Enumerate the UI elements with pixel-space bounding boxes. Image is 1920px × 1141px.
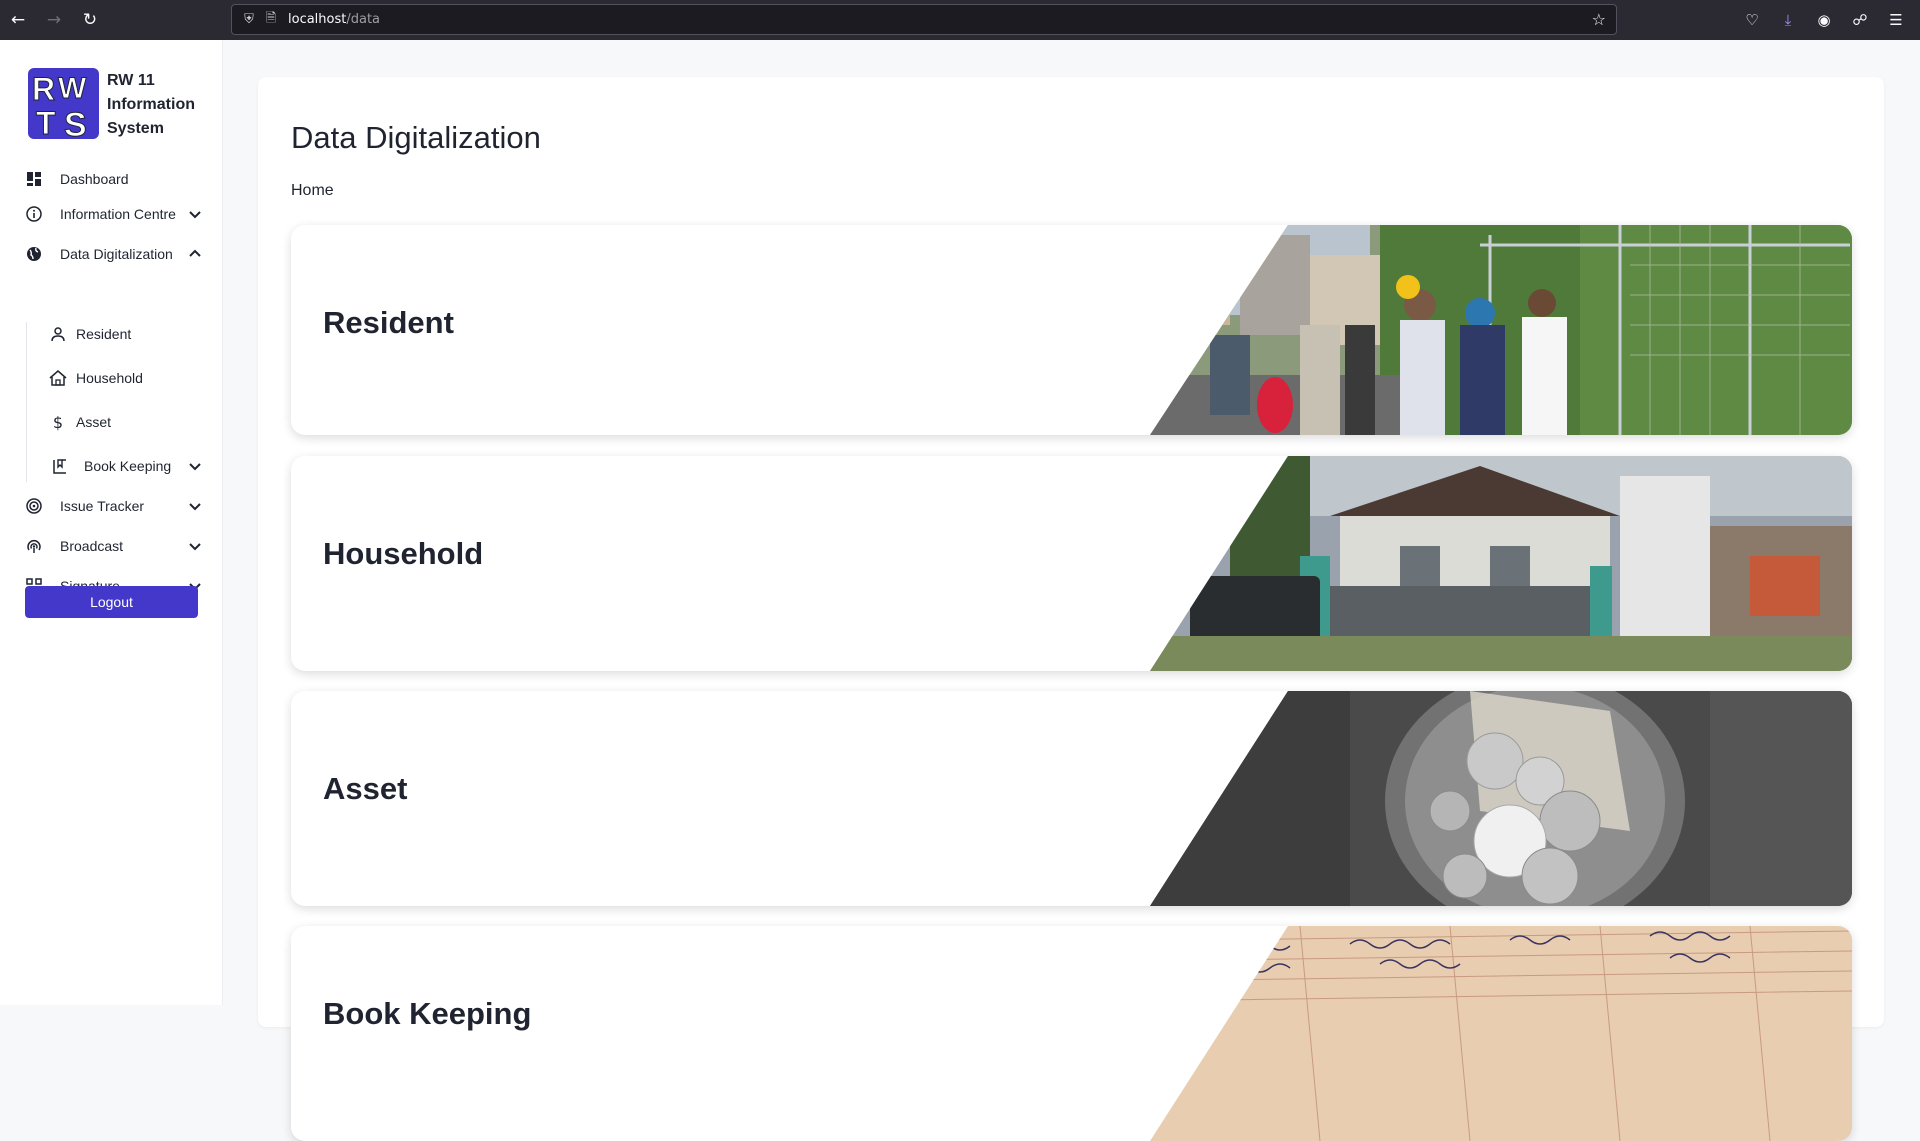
chevron-down-icon[interactable] [188, 499, 202, 513]
sidebar-item-label: Household [76, 370, 143, 386]
card-title: Resident [323, 305, 454, 340]
account-icon[interactable]: ◉ [1806, 11, 1842, 29]
target-icon [24, 496, 44, 516]
sidebar-item-issue-tracker[interactable]: Issue Tracker [0, 490, 223, 522]
category-card-book-keeping[interactable]: Book Keeping [291, 926, 1852, 1141]
sidebar-item-label: Issue Tracker [60, 498, 145, 514]
logout-button[interactable]: Logout [25, 586, 198, 618]
sidebar-item-label: Data Digitalization [60, 246, 173, 262]
svg-text:W: W [58, 72, 87, 105]
sidebar-item-dashboard[interactable]: Dashboard [0, 163, 223, 195]
chevron-down-icon[interactable] [188, 539, 202, 553]
book-icon [50, 456, 70, 476]
download-icon[interactable]: ⤓ [1770, 11, 1806, 29]
bookmark-star-icon[interactable]: ☆ [1592, 10, 1606, 29]
dashboard-icon [24, 169, 44, 189]
back-icon[interactable]: ← [0, 0, 36, 40]
sidebar-item-label: Information Centre [60, 206, 176, 222]
home-icon [48, 368, 68, 388]
sidebar-item-label: Resident [76, 326, 132, 342]
extensions-icon[interactable]: ☍ [1842, 11, 1878, 29]
category-card-resident[interactable]: Resident [291, 225, 1852, 435]
forward-icon[interactable]: → [36, 0, 72, 40]
sidebar-item-book-keeping[interactable]: Book Keeping [0, 450, 223, 482]
page-title: Data Digitalization [291, 120, 541, 155]
card-title: Book Keeping [323, 996, 532, 1031]
chevron-down-icon[interactable] [188, 207, 202, 221]
ledger-photo [1150, 926, 1852, 1141]
rwts-logo: R W T S [28, 68, 99, 145]
sidebar-item-resident[interactable]: Resident [0, 318, 223, 350]
card-title: Household [323, 536, 484, 571]
breadcrumb[interactable]: Home [291, 182, 334, 200]
browser-toolbar: ← → ↻ ⛨ 🗎 localhost/data ☆ ♡ ⤓ ◉ ☍ ☰ [0, 0, 1920, 40]
sidebar-item-data-digitalization[interactable]: Data Digitalization [0, 238, 223, 270]
svg-text:T: T [36, 105, 56, 139]
sidebar-item-label: Book Keeping [84, 458, 172, 474]
street-crowd-photo [1150, 225, 1852, 435]
category-card-asset[interactable]: Asset [291, 691, 1852, 906]
menu-icon[interactable]: ☰ [1878, 11, 1914, 29]
sidebar-item-label: Asset [76, 414, 112, 430]
sidebar-item-label: Dashboard [60, 171, 129, 187]
coins-jar-photo [1150, 691, 1852, 906]
globe-icon [24, 244, 44, 264]
chevron-up-icon[interactable] [188, 247, 202, 261]
pocket-icon[interactable]: ♡ [1734, 11, 1770, 29]
sidebar-item-label: Broadcast [60, 538, 124, 554]
sidebar-item-information-centre[interactable]: Information Centre [0, 198, 223, 230]
address-bar[interactable]: ⛨ 🗎 localhost/data ☆ [231, 4, 1617, 35]
info-icon [24, 204, 44, 224]
sidebar-item-asset[interactable]: $ Asset [0, 406, 223, 438]
house-photo [1150, 456, 1852, 671]
page-icon: 🗎 [265, 10, 277, 26]
svg-text:R: R [32, 71, 55, 107]
person-icon [48, 324, 68, 344]
sidebar: R W T S RW 11 Information System Dashboa… [0, 40, 223, 1005]
chevron-down-icon[interactable] [188, 459, 202, 473]
brand[interactable]: R W T S RW 11 Information System [28, 68, 217, 145]
brand-title: RW 11 Information System [107, 72, 195, 137]
broadcast-icon [24, 536, 44, 556]
dollar-icon: $ [52, 412, 64, 432]
reload-icon[interactable]: ↻ [72, 0, 108, 40]
card-title: Asset [323, 771, 408, 806]
url-text[interactable]: localhost/data [288, 12, 380, 27]
svg-text:S: S [64, 106, 87, 139]
sidebar-item-household[interactable]: Household [0, 362, 223, 394]
sidebar-item-broadcast[interactable]: Broadcast [0, 530, 223, 562]
category-card-household[interactable]: Household [291, 456, 1852, 671]
shield-icon[interactable]: ⛨ [238, 12, 260, 27]
